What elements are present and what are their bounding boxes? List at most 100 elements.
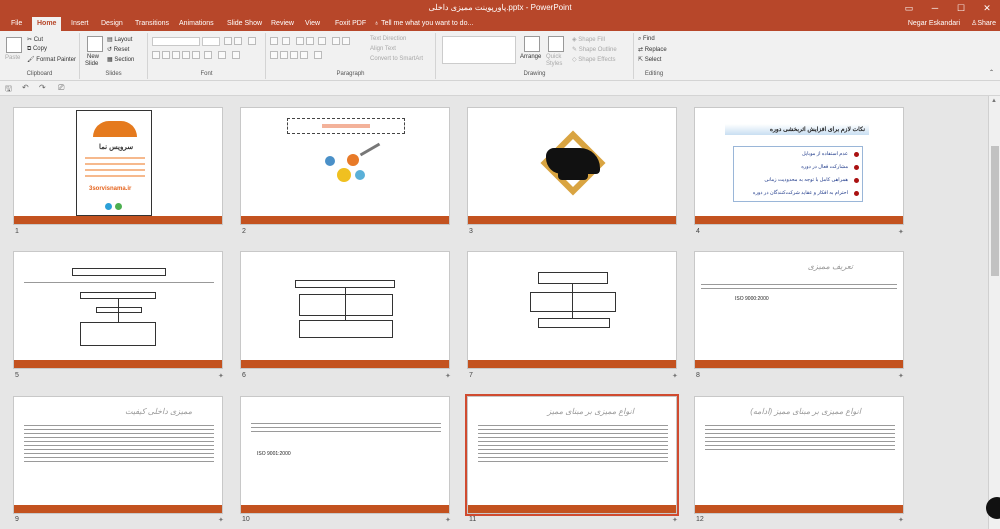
align-text-button[interactable]: Align Text bbox=[370, 46, 396, 52]
start-slideshow-icon[interactable]: ⎚ bbox=[58, 83, 64, 93]
transition-star-icon[interactable]: ✦ bbox=[672, 372, 678, 380]
grow-font-icon[interactable] bbox=[224, 37, 232, 45]
justify-icon[interactable] bbox=[300, 51, 308, 59]
font-size-field[interactable] bbox=[202, 37, 220, 46]
scrollbar-thumb[interactable] bbox=[991, 146, 999, 276]
new-slide-button[interactable]: New bbox=[87, 54, 99, 60]
line-spacing-icon[interactable] bbox=[318, 37, 326, 45]
new-slide-button-2[interactable]: Slide bbox=[85, 61, 98, 67]
tab-slideshow[interactable]: Slide Show bbox=[222, 17, 267, 31]
shape-effects-button[interactable]: ◇ Shape Effects bbox=[572, 56, 616, 63]
new-slide-icon[interactable] bbox=[87, 36, 103, 52]
tab-home[interactable]: Home bbox=[32, 17, 62, 31]
numbering-icon[interactable] bbox=[282, 37, 290, 45]
tab-review[interactable]: Review bbox=[266, 17, 299, 31]
font-name-field[interactable] bbox=[152, 37, 200, 46]
font-color-icon[interactable] bbox=[232, 51, 240, 59]
tab-animations[interactable]: Animations bbox=[174, 17, 219, 31]
close-icon[interactable]: ✕ bbox=[974, 0, 1000, 17]
select-button[interactable]: ⇱ Select bbox=[638, 56, 661, 63]
bullets-icon[interactable] bbox=[270, 37, 278, 45]
reset-button[interactable]: ↺ Reset bbox=[107, 46, 129, 53]
bullet-icon bbox=[854, 152, 859, 157]
tab-design[interactable]: Design bbox=[96, 17, 128, 31]
ribbon-display-icon[interactable]: ▭ bbox=[896, 0, 922, 17]
shadow-icon[interactable] bbox=[182, 51, 190, 59]
slide-thumbnail-7[interactable] bbox=[467, 251, 677, 369]
replace-button[interactable]: ⇄ Replace bbox=[638, 46, 667, 53]
align-right-icon[interactable] bbox=[290, 51, 298, 59]
tab-transitions[interactable]: Transitions bbox=[130, 17, 174, 31]
user-name[interactable]: Negar Eskandari bbox=[908, 17, 960, 31]
slide-thumbnail-4[interactable]: نکات لازم برای افزایش اثربخشی دوره عدم ا… bbox=[694, 107, 904, 225]
find-button[interactable]: ⌕ Find bbox=[638, 36, 655, 43]
bold-icon[interactable] bbox=[152, 51, 160, 59]
transition-star-icon[interactable]: ✦ bbox=[672, 516, 678, 524]
align-center-icon[interactable] bbox=[280, 51, 288, 59]
italic-icon[interactable] bbox=[162, 51, 170, 59]
layout-button[interactable]: ▤ Layout bbox=[107, 36, 132, 43]
transition-star-icon[interactable]: ✦ bbox=[445, 516, 451, 524]
slide-thumbnail-11[interactable]: انواع ممیزی بر مبنای ممیز bbox=[465, 394, 679, 516]
redo-icon[interactable]: ↷ bbox=[39, 83, 46, 92]
decrease-indent-icon[interactable] bbox=[296, 37, 304, 45]
slide-thumbnail-12[interactable]: انواع ممیزی بر مبنای ممیز (ادامه) bbox=[694, 396, 904, 514]
arrange-icon[interactable] bbox=[524, 36, 540, 52]
columns-icon[interactable] bbox=[314, 51, 322, 59]
arrange-button[interactable]: Arrange bbox=[520, 54, 541, 60]
bullet-item: عدم استفاده از موبایل bbox=[801, 151, 848, 157]
copy-button[interactable]: ⧉ Copy bbox=[27, 46, 47, 53]
align-left-icon[interactable] bbox=[270, 51, 278, 59]
slide-thumbnail-6[interactable] bbox=[240, 251, 450, 369]
shrink-font-icon[interactable] bbox=[234, 37, 242, 45]
scroll-up-icon[interactable]: ▲ bbox=[991, 98, 997, 104]
transition-star-icon[interactable]: ✦ bbox=[445, 372, 451, 380]
slide-thumbnail-5[interactable] bbox=[13, 251, 223, 369]
quick-styles-button-2[interactable]: Styles bbox=[546, 61, 562, 67]
slide-thumbnail-1[interactable]: سرویس نما 3sorvisnama.ir bbox=[13, 107, 223, 225]
char-spacing-icon[interactable] bbox=[204, 51, 212, 59]
save-icon[interactable]: 🖫 bbox=[5, 83, 12, 97]
quick-styles-button[interactable]: Quick bbox=[546, 54, 561, 60]
maximize-icon[interactable]: ☐ bbox=[948, 0, 974, 17]
slide-thumbnail-10[interactable]: ISO 9001:2000 bbox=[240, 396, 450, 514]
cut-button[interactable]: ✂ Cut bbox=[27, 36, 43, 43]
slide-thumbnail-3[interactable] bbox=[467, 107, 677, 225]
transition-star-icon[interactable]: ✦ bbox=[898, 372, 904, 380]
quick-styles-icon[interactable] bbox=[548, 36, 564, 52]
increase-indent-icon[interactable] bbox=[306, 37, 314, 45]
bullet-item: مشارکت فعال در دوره bbox=[801, 164, 848, 170]
tab-view[interactable]: View bbox=[300, 17, 325, 31]
shapes-gallery[interactable] bbox=[442, 36, 516, 64]
underline-icon[interactable] bbox=[172, 51, 180, 59]
tab-file[interactable]: File bbox=[6, 17, 27, 31]
rtl-icon[interactable] bbox=[332, 37, 340, 45]
transition-star-icon[interactable]: ✦ bbox=[218, 372, 224, 380]
vertical-scrollbar[interactable]: ▲ bbox=[988, 96, 1000, 529]
slide-thumbnail-2[interactable] bbox=[240, 107, 450, 225]
tab-insert[interactable]: Insert bbox=[66, 17, 94, 31]
transition-star-icon[interactable]: ✦ bbox=[898, 228, 904, 236]
shape-fill-button[interactable]: ◈ Shape Fill bbox=[572, 36, 605, 43]
tab-foxit-pdf[interactable]: Foxit PDF bbox=[330, 17, 371, 31]
share-button[interactable]: ♙Share bbox=[971, 17, 996, 31]
text-direction-button[interactable]: Text Direction bbox=[370, 36, 406, 42]
strikethrough-icon[interactable] bbox=[192, 51, 200, 59]
section-button[interactable]: ▦ Section bbox=[107, 56, 134, 63]
shape-outline-button[interactable]: ✎ Shape Outline bbox=[572, 46, 617, 53]
change-case-icon[interactable] bbox=[218, 51, 226, 59]
transition-star-icon[interactable]: ✦ bbox=[218, 516, 224, 524]
clear-format-icon[interactable] bbox=[248, 37, 256, 45]
paste-button[interactable]: Paste bbox=[5, 55, 20, 61]
ltr-icon[interactable] bbox=[342, 37, 350, 45]
slide-thumbnail-8[interactable]: تعریف ممیزی ISO 9000:2000 bbox=[694, 251, 904, 369]
collapse-ribbon-icon[interactable]: ⌃ bbox=[989, 69, 994, 76]
paste-icon[interactable] bbox=[6, 37, 22, 53]
minimize-icon[interactable]: ─ bbox=[922, 0, 948, 17]
format-painter-button[interactable]: 🖌 Format Painter bbox=[27, 56, 76, 63]
convert-smartart-button[interactable]: Convert to SmartArt bbox=[370, 56, 423, 62]
tell-me-search[interactable]: ♁ Tell me what you want to do... bbox=[374, 17, 473, 31]
slide-thumbnail-9[interactable]: ممیزی داخلی کیفیت bbox=[13, 396, 223, 514]
transition-star-icon[interactable]: ✦ bbox=[898, 516, 904, 524]
undo-icon[interactable]: ↶ bbox=[22, 83, 29, 92]
